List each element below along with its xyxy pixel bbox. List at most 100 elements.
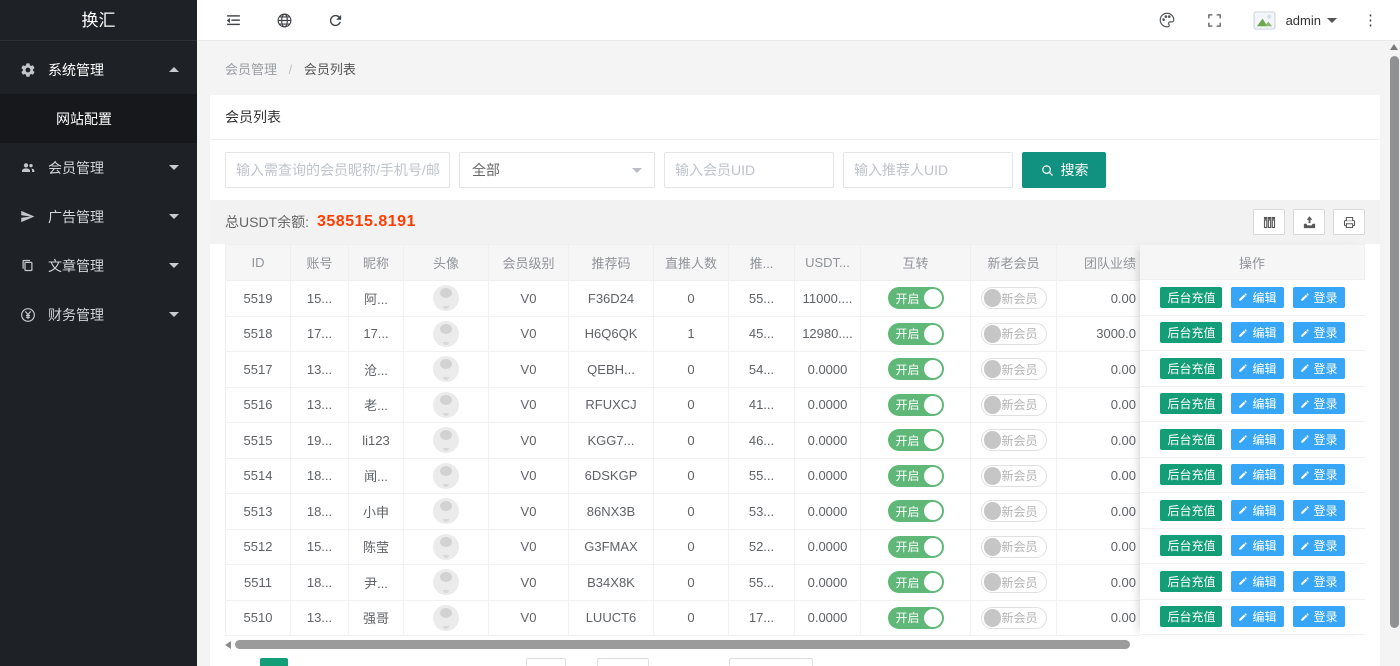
horizontal-scroll-thumb[interactable]	[235, 640, 1130, 649]
login-button[interactable]: 登录	[1293, 500, 1345, 521]
user-menu[interactable]: admin	[1286, 13, 1337, 28]
recharge-button[interactable]: 后台充值	[1160, 571, 1222, 592]
scroll-left-arrow[interactable]	[225, 641, 231, 649]
recharge-button[interactable]: 后台充值	[1160, 287, 1222, 308]
globe-icon[interactable]	[276, 12, 293, 29]
cell-avatar	[404, 316, 489, 352]
member-status-toggle[interactable]: 新会员	[981, 358, 1047, 380]
cell-usdt-balance: 0.0000	[795, 494, 861, 530]
edit-button[interactable]: 编辑	[1231, 429, 1283, 450]
more-options-icon[interactable]: ⋮	[1363, 13, 1378, 28]
transfer-toggle[interactable]: 开启	[888, 571, 944, 593]
login-button[interactable]: 登录	[1293, 287, 1345, 308]
recharge-button[interactable]: 后台充值	[1160, 322, 1222, 343]
transfer-toggle[interactable]: 开启	[888, 287, 944, 309]
usdt-total-value: 358515.8191	[317, 213, 416, 231]
login-button[interactable]: 登录	[1293, 571, 1345, 592]
login-button[interactable]: 登录	[1293, 429, 1345, 450]
scroll-up-arrow[interactable]	[1390, 44, 1398, 50]
recharge-button[interactable]: 后台充值	[1160, 500, 1222, 521]
per-page-select[interactable]: 10 条/页	[729, 658, 813, 666]
cell-avatar	[404, 423, 489, 459]
edit-button[interactable]: 编辑	[1231, 393, 1283, 414]
cell-member-status: 新会员	[971, 281, 1057, 317]
member-status-toggle[interactable]: 新会员	[981, 323, 1047, 345]
vertical-scroll-thumb[interactable]	[1390, 56, 1399, 628]
login-button[interactable]: 登录	[1293, 393, 1345, 414]
pencil-icon	[1300, 434, 1310, 444]
goto-page-input[interactable]	[526, 658, 566, 666]
columns-toggle-button[interactable]	[1253, 209, 1285, 235]
recharge-button[interactable]: 后台充值	[1160, 429, 1222, 450]
column-header: ID	[226, 245, 291, 281]
recharge-button[interactable]: 后台充值	[1160, 393, 1222, 414]
cell-transfer-toggle: 开启	[861, 281, 971, 317]
cell-usdt-balance: 12980....	[795, 316, 861, 352]
transfer-toggle[interactable]: 开启	[888, 607, 944, 629]
edit-button[interactable]: 编辑	[1231, 500, 1283, 521]
breadcrumb-parent[interactable]: 会员管理	[225, 62, 277, 77]
recharge-button[interactable]: 后台充值	[1160, 358, 1222, 379]
sidebar-item-members[interactable]: 会员管理	[0, 143, 197, 192]
edit-button[interactable]: 编辑	[1231, 322, 1283, 343]
login-button[interactable]: 登录	[1293, 535, 1345, 556]
cell-direct-count: 0	[654, 281, 729, 317]
confirm-page-button[interactable]: 确定	[597, 658, 649, 666]
edit-button[interactable]: 编辑	[1231, 571, 1283, 592]
theme-palette-icon[interactable]	[1158, 11, 1176, 29]
cell-transfer-toggle: 开启	[861, 494, 971, 530]
page-number[interactable]: 1	[260, 658, 288, 666]
sidebar-item-ads[interactable]: 广告管理	[0, 192, 197, 241]
member-status-toggle[interactable]: 新会员	[981, 394, 1047, 416]
member-status-toggle[interactable]: 新会员	[981, 571, 1047, 593]
recharge-button[interactable]: 后台充值	[1160, 535, 1222, 556]
column-header: USDT...	[795, 245, 861, 281]
login-button[interactable]: 登录	[1293, 358, 1345, 379]
status-select[interactable]: 全部	[459, 152, 655, 188]
member-status-toggle[interactable]: 新会员	[981, 287, 1047, 309]
member-avatar	[433, 392, 459, 418]
transfer-toggle[interactable]: 开启	[888, 323, 944, 345]
edit-button[interactable]: 编辑	[1231, 287, 1283, 308]
page-number[interactable]: 452	[434, 658, 462, 666]
transfer-toggle[interactable]: 开启	[888, 465, 944, 487]
referrer-uid-input[interactable]	[843, 152, 1013, 188]
edit-button[interactable]: 编辑	[1231, 358, 1283, 379]
login-button[interactable]: 登录	[1293, 606, 1345, 627]
recharge-button[interactable]: 后台充值	[1160, 464, 1222, 485]
transfer-toggle[interactable]: 开启	[888, 536, 944, 558]
transfer-toggle[interactable]: 开启	[888, 429, 944, 451]
member-status-toggle[interactable]: 新会员	[981, 500, 1047, 522]
chevron-down-icon	[632, 168, 642, 173]
transfer-toggle[interactable]: 开启	[888, 394, 944, 416]
transfer-toggle[interactable]: 开启	[888, 358, 944, 380]
edit-button[interactable]: 编辑	[1231, 464, 1283, 485]
transfer-toggle[interactable]: 开启	[888, 500, 944, 522]
login-button[interactable]: 登录	[1293, 322, 1345, 343]
search-button[interactable]: 搜索	[1022, 152, 1106, 188]
member-status-toggle[interactable]: 新会员	[981, 536, 1047, 558]
member-uid-input[interactable]	[664, 152, 834, 188]
member-status-toggle[interactable]: 新会员	[981, 607, 1047, 629]
breadcrumb: 会员管理 / 会员列表	[197, 41, 1400, 78]
page-number[interactable]: 2	[297, 658, 325, 666]
sidebar-item-site-config[interactable]: 网站配置	[0, 94, 197, 143]
user-avatar[interactable]	[1253, 11, 1276, 30]
recharge-button[interactable]: 后台充值	[1160, 606, 1222, 627]
sidebar-item-articles[interactable]: 文章管理	[0, 241, 197, 290]
member-status-toggle[interactable]: 新会员	[981, 465, 1047, 487]
sidebar-item-system[interactable]: 系统管理	[0, 45, 197, 94]
sidebar-item-finance[interactable]: 财务管理	[0, 290, 197, 339]
menu-fold-icon[interactable]	[225, 12, 242, 29]
export-button[interactable]	[1293, 209, 1325, 235]
login-button[interactable]: 登录	[1293, 464, 1345, 485]
refresh-icon[interactable]	[327, 12, 344, 29]
edit-button[interactable]: 编辑	[1231, 535, 1283, 556]
page-number[interactable]: 3	[334, 658, 362, 666]
fullscreen-icon[interactable]	[1206, 12, 1223, 29]
edit-button[interactable]: 编辑	[1231, 606, 1283, 627]
keyword-input[interactable]	[225, 152, 450, 188]
member-status-toggle[interactable]: 新会员	[981, 429, 1047, 451]
pencil-icon	[1238, 434, 1248, 444]
print-button[interactable]	[1333, 209, 1365, 235]
